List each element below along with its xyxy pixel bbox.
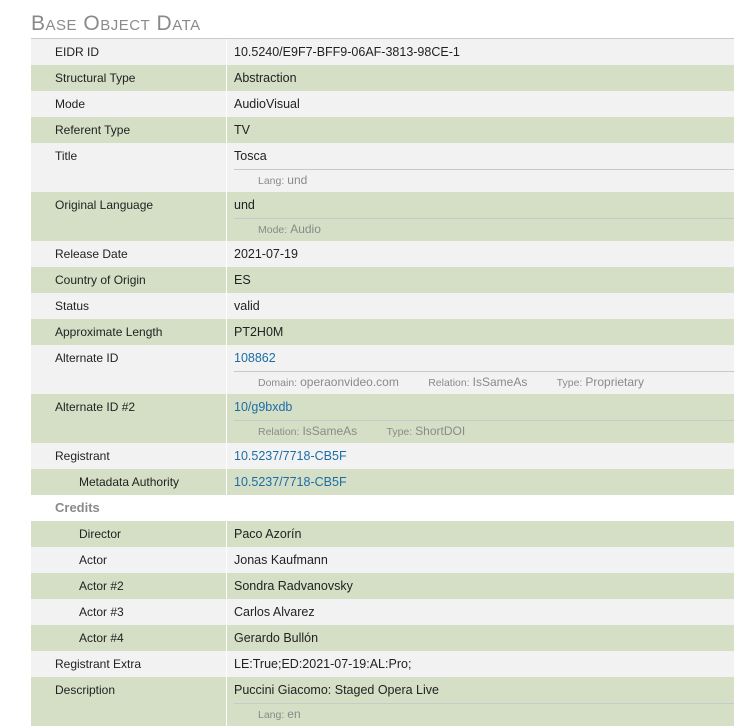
credit-role: Director [31, 521, 227, 547]
field-label: Country of Origin [31, 267, 227, 293]
credit-role: Actor #3 [31, 599, 227, 625]
row-alternate-id: Alternate ID 108862 Domain: operaonvideo.… [31, 345, 734, 394]
row-registrant: Registrant 10.5237/7718-CB5F [31, 443, 734, 469]
field-value: TV [234, 123, 250, 137]
domain-key: Domain: [258, 377, 298, 389]
lang-key: Lang: [258, 709, 285, 721]
field-value: und [234, 192, 734, 219]
credit-name: Sondra Radvanovsky [234, 579, 353, 593]
field-label: Mode [31, 91, 227, 117]
row-metadata-authority: Metadata Authority 10.5237/7718-CB5F [31, 469, 734, 495]
field-value: 10.5240/E9F7-BFF9-06AF-3813-98CE-1 [234, 45, 460, 59]
original-language-mode: Mode: Audio [234, 219, 734, 241]
credit-row: Actor Jonas Kaufmann [31, 547, 734, 573]
row-title: Title Tosca Lang: und [31, 143, 734, 192]
relation-value: IsSameAs [302, 424, 358, 438]
row-registrant-extra: Registrant Extra LE:True;ED:2021-07-19:A… [31, 651, 734, 677]
field-label: Registrant Extra [31, 651, 227, 677]
section-title: Base Object Data [31, 12, 201, 35]
credit-role: Actor #4 [31, 625, 227, 651]
field-value: valid [234, 299, 260, 313]
type-key: Type: [556, 377, 583, 389]
credit-role: Actor #2 [31, 573, 227, 599]
alternate-id-2-link[interactable]: 10/g9bxdb [234, 400, 292, 414]
title-lang: Lang: und [234, 170, 734, 192]
field-label: Status [31, 293, 227, 319]
row-credits-header: Credits [31, 495, 734, 521]
field-value: AudioVisual [234, 97, 300, 111]
row-mode: Mode AudioVisual [31, 91, 734, 117]
credit-row: Actor #2 Sondra Radvanovsky [31, 573, 734, 599]
field-value: 2021-07-19 [234, 247, 298, 261]
alternate-id-link[interactable]: 108862 [234, 351, 276, 365]
field-value: Tosca [234, 143, 734, 170]
row-alternate-id-2: Alternate ID #2 10/g9bxdb Relation: IsSam… [31, 394, 734, 443]
alternate-id-details: Domain: operaonvideo.com Relation: IsSameA… [234, 372, 734, 394]
field-label: Description [31, 677, 227, 726]
credit-name: Carlos Alvarez [234, 605, 315, 619]
row-original-language: Original Language und Mode: Audio [31, 192, 734, 241]
relation-key: Relation: [258, 426, 300, 438]
field-label: Alternate ID #2 [31, 394, 227, 443]
field-label: Alternate ID [31, 345, 227, 394]
field-label: EIDR ID [31, 39, 227, 65]
registrant-link[interactable]: 10.5237/7718-CB5F [234, 449, 347, 463]
relation-value: IsSameAs [472, 375, 528, 389]
row-release-date: Release Date 2021-07-19 [31, 241, 734, 267]
description-lang: Lang: en [234, 704, 734, 726]
field-label: Structural Type [31, 65, 227, 91]
field-value: LE:True;ED:2021-07-19:AL:Pro; [234, 657, 412, 671]
credits-label: Credits [31, 495, 227, 521]
credit-name: Gerardo Bullón [234, 631, 319, 645]
alternate-id-2-details: Relation: IsSameAs Type: ShortDOI [234, 421, 734, 443]
lang-value: en [287, 707, 301, 721]
lang-key: Lang: [258, 175, 285, 187]
field-label: Metadata Authority [31, 469, 227, 495]
relation-key: Relation: [428, 377, 470, 389]
type-value: ShortDOI [415, 424, 466, 438]
credit-role: Actor [31, 547, 227, 573]
credit-name: Jonas Kaufmann [234, 553, 328, 567]
row-referent-type: Referent Type TV [31, 117, 734, 143]
row-eidr-id: EIDR ID 10.5240/E9F7-BFF9-06AF-3813-98CE… [31, 39, 734, 65]
lang-value: und [287, 173, 308, 187]
field-value: PT2H0M [234, 325, 284, 339]
credit-row: Actor #4 Gerardo Bullón [31, 625, 734, 651]
field-label: Release Date [31, 241, 227, 267]
row-status: Status valid [31, 293, 734, 319]
field-label: Approximate Length [31, 319, 227, 345]
row-approximate-length: Approximate Length PT2H0M [31, 319, 734, 345]
row-country-of-origin: Country of Origin ES [31, 267, 734, 293]
field-value: ES [234, 273, 251, 287]
domain-value: operaonvideo.com [300, 375, 399, 389]
metadata-authority-link[interactable]: 10.5237/7718-CB5F [234, 475, 347, 489]
base-object-data-table: EIDR ID 10.5240/E9F7-BFF9-06AF-3813-98CE… [31, 38, 734, 726]
field-label: Referent Type [31, 117, 227, 143]
credit-row: Actor #3 Carlos Alvarez [31, 599, 734, 625]
mode-value: Audio [290, 222, 321, 236]
type-value: Proprietary [585, 375, 645, 389]
field-label: Registrant [31, 443, 227, 469]
mode-key: Mode: [258, 224, 288, 236]
credit-name: Paco Azorín [234, 527, 302, 541]
field-label: Original Language [31, 192, 227, 241]
type-key: Type: [386, 426, 413, 438]
row-structural-type: Structural Type Abstraction [31, 65, 734, 91]
field-value: Abstraction [234, 71, 297, 85]
field-value: Puccini Giacomo: Staged Opera Live [234, 677, 734, 704]
row-description: Description Puccini Giacomo: Staged Oper… [31, 677, 734, 726]
field-label: Title [31, 143, 227, 192]
credit-row: Director Paco Azorín [31, 521, 734, 547]
